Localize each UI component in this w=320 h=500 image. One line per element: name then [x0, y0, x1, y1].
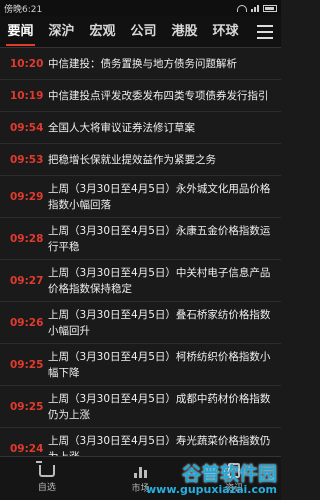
news-title: 中信建投点评发改委发布四类专项债券发行指引 — [48, 89, 269, 102]
news-item[interactable]: 09:29 上周（3月30日至4月5日）永外城文化用品价格指数小幅回落 — [0, 176, 281, 218]
news-time: 10:19 — [10, 89, 44, 102]
watermark-url: www.gupuxiazai.com — [146, 483, 277, 496]
news-time: 09:54 — [10, 121, 44, 134]
news-title: 全国人大将审议证券法修订草案 — [48, 121, 195, 134]
tab-shenhu[interactable]: 深沪 — [41, 16, 82, 48]
menu-icon[interactable] — [253, 22, 273, 42]
news-time: 09:24 — [10, 442, 44, 455]
news-item[interactable]: 09:54 全国人大将审议证券法修订草案 — [0, 112, 281, 144]
news-time: 09:27 — [10, 274, 44, 287]
news-time: 09:25 — [10, 400, 44, 413]
news-title: 上周（3月30日至4月5日）寿光蔬菜价格指数仍为上涨 — [48, 434, 271, 457]
news-time: 09:25 — [10, 358, 44, 371]
watermark-logo: 谷普软件园 www.gupuxiazai.com — [127, 464, 277, 496]
news-time: 09:28 — [10, 232, 44, 245]
news-item[interactable]: 10:19 中信建投点评发改委发布四类专项债券发行指引 — [0, 80, 281, 112]
news-title: 上周（3月30日至4月5日）柯桥纺织价格指数小幅下降 — [48, 350, 271, 379]
news-time: 10:20 — [10, 57, 44, 70]
news-time: 09:26 — [10, 316, 44, 329]
signal-icon — [251, 4, 259, 12]
news-list: 10:20 中信建投：债务置换与地方债务问题解析 10:19 中信建投点评发改委发布… — [0, 48, 281, 456]
news-title: 上周（3月30日至4月5日）中关村电子信息产品价格指数保持稳定 — [48, 266, 271, 295]
news-time: 09:29 — [10, 190, 44, 203]
tab-yaowen[interactable]: 要闻 — [0, 16, 41, 48]
tab-huanqiu[interactable]: 环球 — [205, 16, 246, 48]
battery-icon — [263, 4, 277, 12]
status-bar: 傍晚6:21 — [0, 0, 281, 16]
news-title: 上周（3月30日至4月5日）永外城文化用品价格指数小幅回落 — [48, 182, 271, 211]
news-item[interactable]: 10:20 中信建投：债务置换与地方债务问题解析 — [0, 48, 281, 80]
news-item[interactable]: 09:53 把稳增长保就业提效益作为紧要之务 — [0, 144, 281, 176]
wifi-icon — [237, 4, 247, 12]
watermark-brand: 谷普软件园 — [181, 463, 277, 485]
cart-icon — [35, 460, 55, 477]
tab-ganggu[interactable]: 港股 — [164, 16, 205, 48]
status-time: 傍晚6:21 — [4, 4, 43, 15]
top-tab-bar: 要闻 深沪 宏观 公司 港股 环球 — [0, 16, 281, 48]
news-item[interactable]: 09:27 上周（3月30日至4月5日）中关村电子信息产品价格指数保持稳定 — [0, 260, 281, 302]
news-item[interactable]: 09:26 上周（3月30日至4月5日）叠石桥家纺价格指数小幅回升 — [0, 302, 281, 344]
nav-label: 自选 — [37, 482, 56, 493]
nav-zixuan[interactable]: 自选 — [0, 457, 94, 500]
news-item[interactable]: 09:25 上周（3月30日至4月5日）成都中药材价格指数仍为上涨 — [0, 386, 281, 428]
news-time: 09:53 — [10, 153, 44, 166]
news-item[interactable]: 09:28 上周（3月30日至4月5日）永康五金价格指数运行平稳 — [0, 218, 281, 260]
tab-gongsi[interactable]: 公司 — [123, 16, 164, 48]
news-title: 中信建投：债务置换与地方债务问题解析 — [48, 57, 237, 70]
news-title: 上周（3月30日至4月5日）叠石桥家纺价格指数小幅回升 — [48, 308, 271, 337]
news-title: 把稳增长保就业提效益作为紧要之务 — [48, 153, 216, 166]
news-title: 上周（3月30日至4月5日）成都中药材价格指数仍为上涨 — [48, 392, 271, 421]
news-item[interactable]: 09:24 上周（3月30日至4月5日）寿光蔬菜价格指数仍为上涨 — [0, 428, 281, 457]
tab-hongguan[interactable]: 宏观 — [82, 16, 123, 48]
status-icons — [237, 4, 277, 12]
news-item[interactable]: 09:25 上周（3月30日至4月5日）柯桥纺织价格指数小幅下降 — [0, 344, 281, 386]
news-title: 上周（3月30日至4月5日）永康五金价格指数运行平稳 — [48, 224, 271, 253]
